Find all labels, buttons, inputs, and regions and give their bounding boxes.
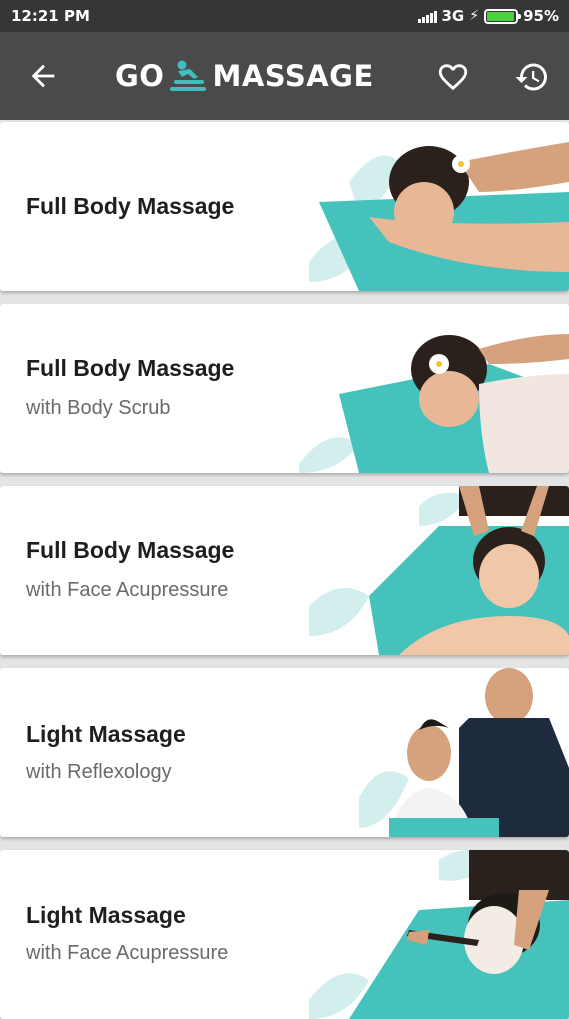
service-title: Light Massage [26, 902, 186, 928]
service-card-body-scrub[interactable]: Full Body Massage with Body Scrub [0, 304, 569, 473]
massage-logo-icon [170, 60, 207, 91]
charging-icon: ⚡ [469, 8, 480, 24]
service-title: Full Body Massage [26, 355, 235, 381]
massage-photo [309, 486, 569, 655]
battery-icon [484, 8, 522, 24]
logo-text-massage: MASSAGE [212, 59, 374, 93]
status-bar: 12:21 PM 3G ⚡ 95% [0, 0, 569, 32]
history-icon[interactable] [514, 59, 550, 95]
service-card-face-acupressure[interactable]: Full Body Massage with Face Acupressure [0, 486, 569, 655]
service-card-full-body[interactable]: Full Body Massage [0, 122, 569, 291]
service-subtitle: with Reflexology [26, 761, 172, 783]
app-bar: GO MASSAGE [0, 32, 569, 120]
signal-icon [417, 9, 437, 23]
status-indicators: 3G ⚡ 95% [417, 7, 559, 25]
service-title: Light Massage [26, 721, 186, 747]
massage-photo [309, 142, 569, 291]
network-type: 3G [441, 7, 465, 25]
service-title: Full Body Massage [26, 193, 235, 219]
service-card-reflexology[interactable]: Light Massage with Reflexology [0, 668, 569, 837]
service-subtitle: with Face Acupressure [26, 942, 229, 964]
battery-percent: 95% [523, 7, 559, 25]
massage-photo [309, 850, 569, 1019]
arrow-left-icon[interactable] [26, 59, 60, 93]
heart-icon[interactable] [436, 60, 470, 94]
massage-photo [359, 668, 569, 837]
status-time: 12:21 PM [11, 7, 90, 25]
service-title: Full Body Massage [26, 537, 235, 563]
service-subtitle: with Face Acupressure [26, 579, 229, 601]
service-card-light-face-acupressure[interactable]: Light Massage with Face Acupressure [0, 850, 569, 1019]
service-subtitle: with Body Scrub [26, 397, 171, 419]
massage-photo [299, 334, 569, 473]
gomassage-logo: GO MASSAGE [115, 56, 374, 96]
logo-text-go: GO [115, 59, 165, 93]
